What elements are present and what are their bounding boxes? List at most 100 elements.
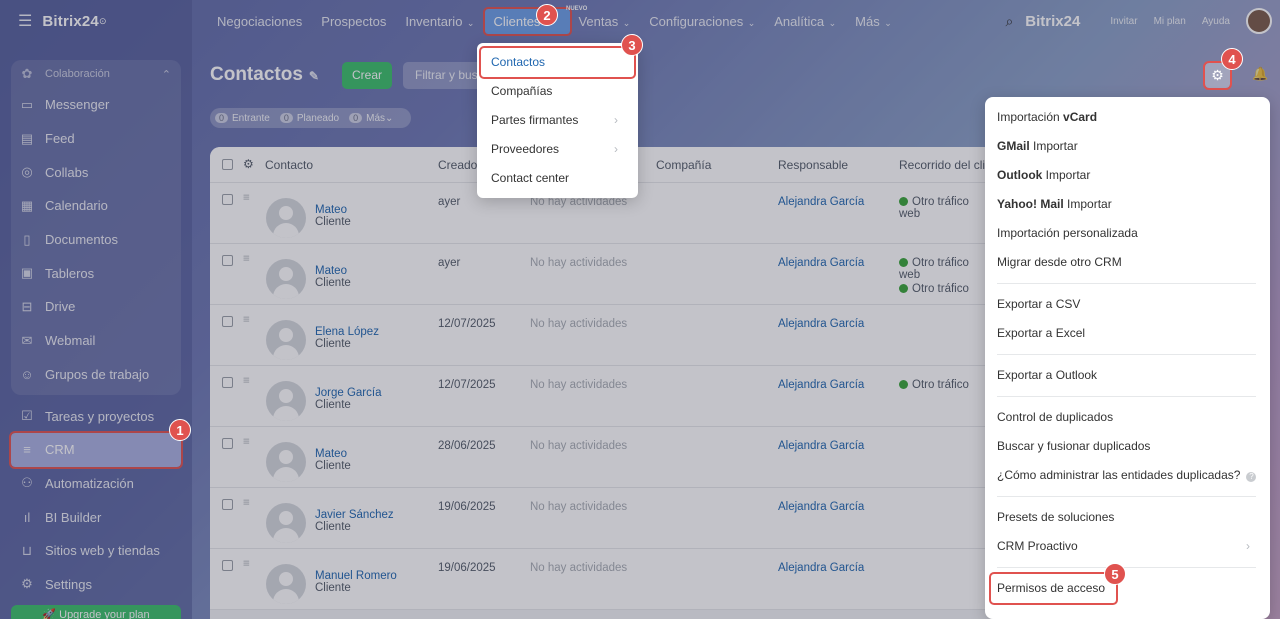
header-compania[interactable]: Compañía [656, 158, 711, 172]
select-all-checkbox[interactable] [222, 159, 233, 170]
menu-icon[interactable]: ☰ [18, 11, 32, 31]
row-checkbox[interactable] [222, 499, 233, 510]
clientes-menu-proveedores[interactable]: Proveedores › [477, 135, 638, 164]
sidebar-group-header[interactable]: ✿ Colaboración ⌃ [11, 60, 181, 88]
sidebar-item-settings[interactable]: ⚙ Settings [11, 568, 181, 602]
row-checkbox[interactable] [222, 377, 233, 388]
menu-permisos-acceso[interactable]: Permisos de acceso [989, 572, 1118, 605]
bell-icon[interactable]: 🔔 [1252, 66, 1268, 82]
table-row[interactable]: ≡ Jorge García Cliente 12/07/2025 No hay… [210, 366, 1000, 427]
contact-name[interactable]: Mateo [315, 265, 347, 277]
table-row[interactable]: ≡ Elena López Cliente 12/07/2025 No hay … [210, 305, 1000, 366]
menu-import-item[interactable]: Importación personalizada [985, 219, 1270, 248]
counter-planeado[interactable]: 0 Planeado [279, 113, 339, 124]
invite-link[interactable]: Invitar [1110, 16, 1137, 27]
drag-handle-icon[interactable]: ≡ [243, 253, 250, 265]
menu-export-item[interactable]: Exportar a Excel [985, 319, 1270, 348]
nav-más[interactable]: Más ⌄ [855, 14, 892, 29]
clientes-menu-contact-center[interactable]: Contact center [477, 164, 638, 193]
menu-import-item[interactable]: Migrar desde otro CRM [985, 248, 1270, 277]
contact-name[interactable]: Manuel Romero [315, 570, 397, 582]
menu-solutions-item[interactable]: CRM Proactivo › [985, 532, 1270, 561]
header-recorrido[interactable]: Recorrido del cli [899, 158, 985, 172]
responsible-link[interactable]: Alejandra García [778, 379, 864, 391]
row-checkbox[interactable] [222, 560, 233, 571]
table-row[interactable]: ≡ Manuel Romero Cliente 19/06/2025 No ha… [210, 549, 1000, 610]
plan-link[interactable]: Mi plan [1154, 16, 1186, 27]
responsible-link[interactable]: Alejandra García [778, 440, 864, 452]
clientes-menu-partes-firmantes[interactable]: Partes firmantes › [477, 106, 638, 135]
sidebar-item-collabs[interactable]: ◎ Collabs [11, 155, 181, 189]
drag-handle-icon[interactable]: ≡ [243, 192, 250, 204]
row-checkbox[interactable] [222, 194, 233, 205]
responsible-link[interactable]: Alejandra García [778, 257, 864, 269]
activity-status[interactable]: No hay actividades [530, 318, 627, 330]
header-contacto[interactable]: Contacto [265, 158, 313, 172]
nav-configuraciones[interactable]: Configuraciones ⌄ [649, 14, 755, 29]
column-settings-icon[interactable]: ⚙ [243, 157, 254, 171]
counter-más[interactable]: 0 Más ⌄ [349, 113, 393, 124]
sidebar-item-feed[interactable]: ▤ Feed [11, 122, 181, 156]
menu-duplicates-item[interactable]: ¿Cómo administrar las entidades duplicad… [985, 461, 1270, 490]
activity-status[interactable]: No hay actividades [530, 562, 627, 574]
sidebar-item-drive[interactable]: ⊟ Drive [11, 290, 181, 324]
sidebar-item-automatización[interactable]: ⚇ Automatización [11, 467, 181, 501]
menu-import-item[interactable]: Outlook Importar [985, 161, 1270, 190]
nav-analítica[interactable]: Analítica ⌄ [774, 14, 836, 29]
responsible-link[interactable]: Alejandra García [778, 501, 864, 513]
header-creado[interactable]: Creado [438, 158, 477, 172]
table-row[interactable]: ≡ Javier Sánchez Cliente 19/06/2025 No h… [210, 488, 1000, 549]
app-logo[interactable]: Bitrix24 [42, 13, 99, 30]
contact-name[interactable]: Elena López [315, 326, 379, 338]
clientes-menu-contactos[interactable]: Contactos [479, 46, 636, 79]
activity-status[interactable]: No hay actividades [530, 257, 627, 269]
nav-ventas[interactable]: Ventas ⌄ [578, 14, 630, 29]
sidebar-item-sitios-web-y-tiendas[interactable]: ⊔ Sitios web y tiendas [11, 534, 181, 568]
responsible-link[interactable]: Alejandra García [778, 318, 864, 330]
responsible-link[interactable]: Alejandra García [778, 562, 864, 574]
upgrade-button[interactable]: 🚀 Upgrade your plan [11, 605, 181, 619]
help-icon[interactable]: ? [1246, 472, 1257, 482]
sidebar-item-calendario[interactable]: ▦ Calendario [11, 189, 181, 223]
contact-name[interactable]: Jorge García [315, 387, 381, 399]
drag-handle-icon[interactable]: ≡ [243, 558, 250, 570]
activity-status[interactable]: No hay actividades [530, 440, 627, 452]
menu-solutions-item[interactable]: Presets de soluciones [985, 503, 1270, 532]
counter-entrante[interactable]: 0 Entrante [215, 113, 270, 124]
row-checkbox[interactable] [222, 316, 233, 327]
drag-handle-icon[interactable]: ≡ [243, 314, 250, 326]
nav-prospectos[interactable]: Prospectos [321, 14, 386, 29]
create-button[interactable]: Crear [342, 62, 392, 89]
menu-duplicates-item[interactable]: Control de duplicados [985, 403, 1270, 432]
sidebar-item-grupos-de-trabajo[interactable]: ☺ Grupos de trabajo [11, 358, 181, 392]
menu-export-item[interactable]: Exportar a CSV [985, 290, 1270, 319]
brand-logo[interactable]: Bitrix24 [1025, 13, 1080, 30]
activity-status[interactable]: No hay actividades [530, 379, 627, 391]
responsible-link[interactable]: Alejandra García [778, 196, 864, 208]
sidebar-item-messenger[interactable]: ▭ Messenger [11, 88, 181, 122]
nav-negociaciones[interactable]: Negociaciones [217, 14, 302, 29]
search-icon[interactable]: ⌕ [1005, 13, 1013, 30]
drag-handle-icon[interactable]: ≡ [243, 375, 250, 387]
menu-import-item[interactable]: Yahoo! Mail Importar [985, 190, 1270, 219]
sidebar-item-bi-builder[interactable]: ıl BI Builder [11, 500, 181, 534]
contact-name[interactable]: Javier Sánchez [315, 509, 394, 521]
activity-status[interactable]: No hay actividades [530, 501, 627, 513]
sidebar-item-tareas-y-proyectos[interactable]: ☑ Tareas y proyectos [11, 399, 181, 433]
header-responsable[interactable]: Responsable [778, 158, 848, 172]
contact-name[interactable]: Mateo [315, 448, 347, 460]
table-row[interactable]: ≡ Mateo Cliente ayer No hay actividades … [210, 244, 1000, 305]
row-checkbox[interactable] [222, 255, 233, 266]
sidebar-item-webmail[interactable]: ✉ Webmail [11, 324, 181, 358]
pin-icon[interactable]: ✎ [309, 69, 319, 83]
contact-name[interactable]: Mateo [315, 204, 347, 216]
menu-import-item[interactable]: GMail Importar [985, 132, 1270, 161]
menu-export-outlook[interactable]: Exportar a Outlook [985, 361, 1270, 390]
sidebar-item-crm[interactable]: ≡ CRM [9, 430, 183, 469]
menu-import-item[interactable]: Importación vCard [985, 103, 1270, 132]
table-row[interactable]: ≡ Mateo Cliente 28/06/2025 No hay activi… [210, 427, 1000, 488]
sidebar-item-tableros[interactable]: ▣ Tableros [11, 256, 181, 290]
user-avatar[interactable] [1246, 8, 1272, 34]
drag-handle-icon[interactable]: ≡ [243, 436, 250, 448]
row-checkbox[interactable] [222, 438, 233, 449]
